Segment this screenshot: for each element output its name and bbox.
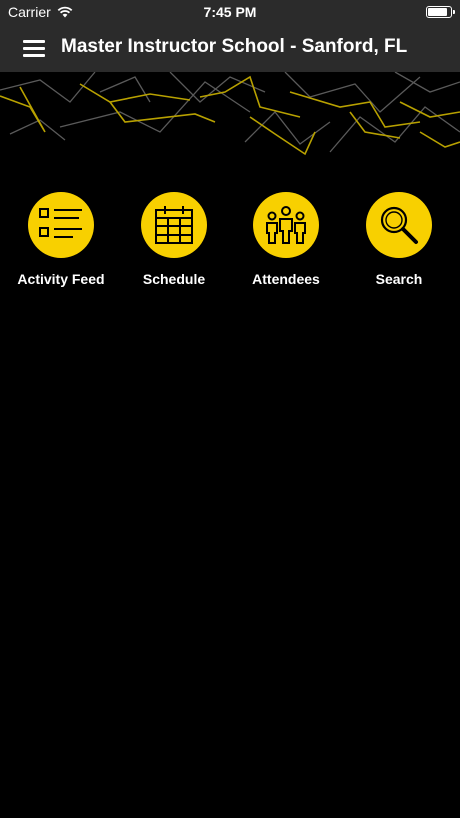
tile-label: Schedule bbox=[142, 271, 206, 287]
status-time: 7:45 PM bbox=[203, 4, 257, 20]
banner-graphic bbox=[0, 72, 460, 156]
schedule-circle bbox=[141, 192, 207, 258]
attendees-circle bbox=[253, 192, 319, 258]
search-circle bbox=[366, 192, 432, 258]
hamburger-icon-bottom bbox=[23, 54, 45, 57]
menu-button[interactable] bbox=[18, 36, 50, 60]
tile-label: Attendees bbox=[252, 271, 320, 287]
tile-label: Search bbox=[375, 271, 423, 287]
status-bar: Carrier 7:45 PM bbox=[0, 0, 460, 24]
search-tile[interactable]: Search bbox=[343, 192, 455, 287]
magnifier-icon bbox=[380, 206, 418, 244]
feature-tiles: Activity Feed Schedule Attendees Search bbox=[0, 192, 460, 292]
list-icon bbox=[39, 208, 82, 238]
hamburger-icon bbox=[23, 40, 45, 43]
page-title: Master Instructor School - Sanford, FL bbox=[61, 36, 408, 57]
calendar-icon bbox=[155, 206, 193, 244]
battery-icon bbox=[426, 6, 455, 18]
battery-fill bbox=[428, 8, 447, 16]
hamburger-icon-middle bbox=[23, 47, 45, 50]
activity-feed-tile[interactable]: Activity Feed bbox=[5, 192, 117, 287]
schedule-tile[interactable]: Schedule bbox=[118, 192, 230, 287]
attendees-tile[interactable]: Attendees bbox=[230, 192, 342, 287]
nav-bar: Master Instructor School - Sanford, FL bbox=[0, 24, 460, 72]
activity-feed-circle bbox=[28, 192, 94, 258]
tile-label: Activity Feed bbox=[17, 271, 105, 287]
people-icon bbox=[266, 206, 306, 244]
